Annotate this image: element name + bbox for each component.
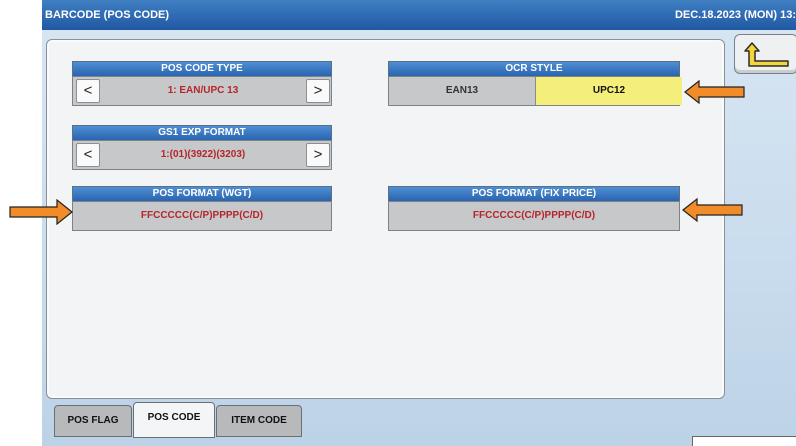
pos-code-type-next-button[interactable]: > bbox=[306, 79, 330, 103]
pos-code-type-value[interactable]: 1: EAN/UPC 13 bbox=[103, 77, 303, 105]
return-arrow-icon bbox=[744, 42, 789, 67]
screen: BARCODE (POS CODE) DEC.18.2023 (MON) 13:… bbox=[42, 0, 796, 446]
gs1-exp-format-prev-button[interactable]: < bbox=[76, 143, 100, 167]
pos-format-wgt-field: POS FORMAT (WGT) FFCCCCC(C/P)PPPP(C/D) bbox=[72, 186, 332, 231]
page-title: BARCODE (POS CODE) bbox=[45, 9, 170, 21]
pos-format-fix-price-value: FFCCCCC(C/P)PPPP(C/D) bbox=[472, 210, 596, 221]
pos-format-wgt-box[interactable]: FFCCCCC(C/P)PPPP(C/D) bbox=[72, 201, 332, 231]
orange-arrow-icon bbox=[682, 198, 743, 222]
pos-code-type-selector: < 1: EAN/UPC 13 > bbox=[72, 76, 332, 106]
title-bar: BARCODE (POS CODE) DEC.18.2023 (MON) 13: bbox=[42, 0, 796, 30]
pos-code-type-label: POS CODE TYPE bbox=[72, 61, 332, 76]
gs1-exp-format-field: GS1 EXP FORMAT < 1:(01)(3922)(3203) > bbox=[72, 125, 332, 170]
tab-pos-flag[interactable]: POS FLAG bbox=[54, 405, 132, 437]
orange-arrow-icon bbox=[684, 80, 745, 104]
ocr-style-option-upc12[interactable]: UPC12 bbox=[535, 77, 682, 105]
ocr-style-options: EAN13 UPC12 bbox=[388, 76, 682, 106]
back-button[interactable] bbox=[734, 34, 796, 74]
bottom-right-box bbox=[692, 436, 796, 446]
gs1-exp-format-next-button[interactable]: > bbox=[306, 143, 330, 167]
gs1-exp-format-value[interactable]: 1:(01)(3922)(3203) bbox=[103, 141, 303, 169]
content-panel: POS CODE TYPE < 1: EAN/UPC 13 > OCR STYL… bbox=[46, 39, 725, 399]
gs1-exp-format-selector: < 1:(01)(3922)(3203) > bbox=[72, 140, 332, 170]
pos-format-fix-price-field: POS FORMAT (FIX PRICE) FFCCCCC(C/P)PPPP(… bbox=[388, 186, 680, 231]
tab-pos-code[interactable]: POS CODE bbox=[133, 402, 215, 438]
pos-format-wgt-label: POS FORMAT (WGT) bbox=[72, 186, 332, 201]
ocr-style-label: OCR STYLE bbox=[388, 61, 680, 76]
date-time: DEC.18.2023 (MON) 13: bbox=[674, 9, 796, 21]
pos-code-type-prev-button[interactable]: < bbox=[76, 79, 100, 103]
orange-arrow-icon bbox=[9, 199, 73, 225]
ocr-style-field: OCR STYLE EAN13 UPC12 bbox=[388, 61, 682, 106]
pos-format-wgt-value: FFCCCCC(C/P)PPPP(C/D) bbox=[140, 210, 264, 221]
tab-item-code[interactable]: ITEM CODE bbox=[216, 405, 302, 437]
gs1-exp-format-label: GS1 EXP FORMAT bbox=[72, 125, 332, 140]
pos-format-fix-price-box[interactable]: FFCCCCC(C/P)PPPP(C/D) bbox=[388, 201, 680, 231]
pos-format-fix-price-label: POS FORMAT (FIX PRICE) bbox=[388, 186, 680, 201]
ocr-style-option-ean13[interactable]: EAN13 bbox=[389, 77, 535, 105]
pos-code-type-field: POS CODE TYPE < 1: EAN/UPC 13 > bbox=[72, 61, 332, 106]
